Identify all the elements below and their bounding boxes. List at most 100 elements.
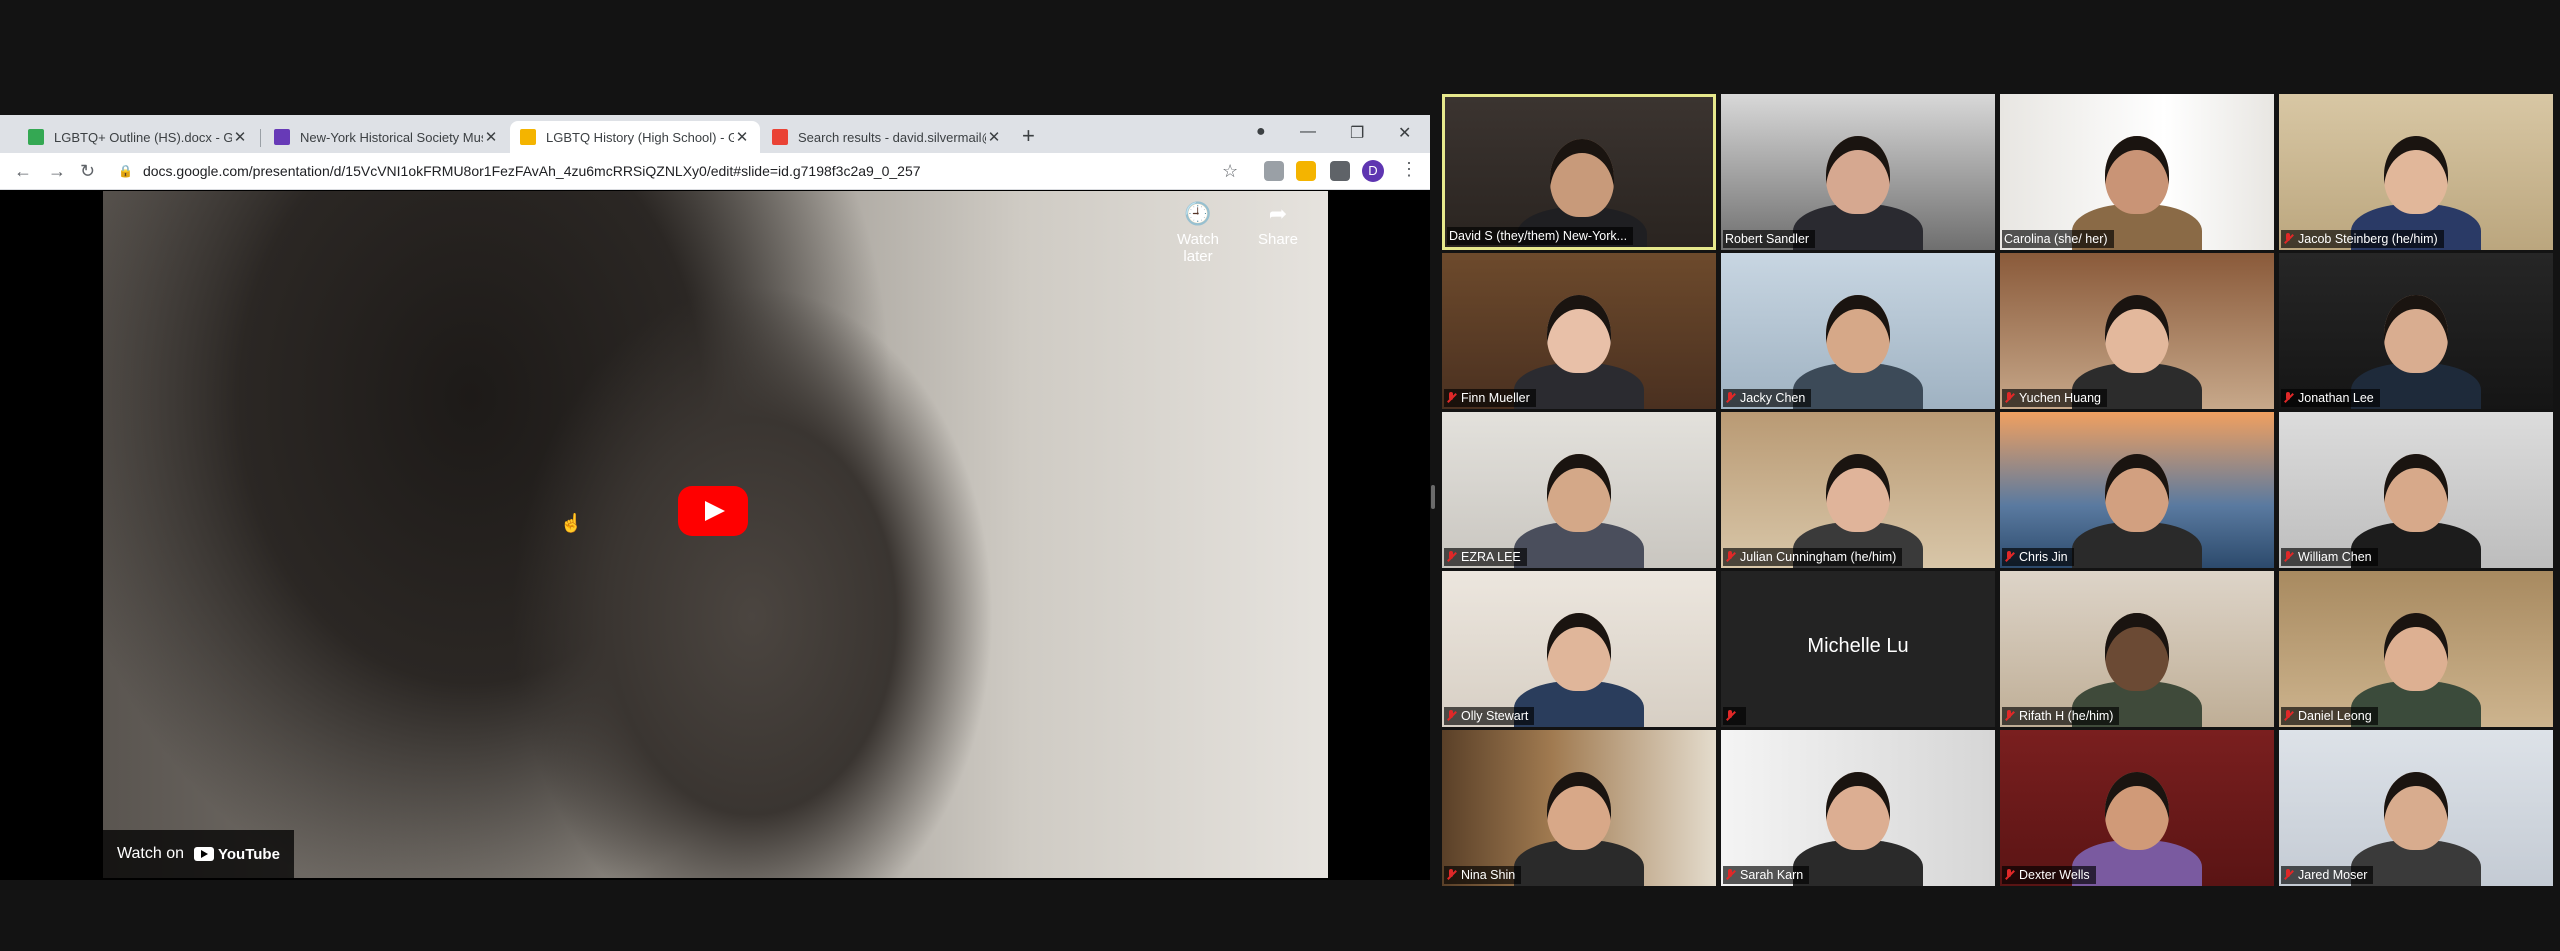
participant-tile[interactable]: EZRA LEE	[1442, 412, 1716, 568]
participant-name-tag: Nina Shin	[1444, 866, 1522, 884]
participant-tile[interactable]: Olly Stewart	[1442, 571, 1716, 727]
participant-display-name: Michelle Lu	[1807, 635, 1909, 657]
browser-tab-4[interactable]: Search results - david.silvermail@ ✕	[762, 121, 1012, 153]
participant-tile[interactable]: Jonathan Lee	[2279, 253, 2553, 409]
muted-mic-icon	[1446, 551, 1456, 563]
participant-face	[1550, 139, 1614, 217]
participant-face	[1547, 613, 1611, 691]
participant-tile[interactable]: Daniel Leong	[2279, 571, 2553, 727]
back-icon[interactable]: ←	[14, 159, 32, 183]
participant-face	[1826, 136, 1890, 214]
tab-search-icon[interactable]: ●	[1256, 123, 1266, 141]
participant-name-tag: Dexter Wells	[2002, 866, 2096, 884]
participant-tile[interactable]: Finn Mueller	[1442, 253, 1716, 409]
close-tab-icon[interactable]: ✕	[483, 128, 499, 146]
participant-tile[interactable]: Julian Cunningham (he/him)	[1721, 412, 1995, 568]
youtube-logo: YouTube	[194, 846, 280, 863]
maximize-button[interactable]: ❐	[1350, 123, 1364, 143]
participant-face	[2384, 454, 2448, 532]
participant-tile[interactable]: Carolina (she/ her)	[2000, 94, 2274, 250]
participant-name: Dexter Wells	[2019, 868, 2090, 882]
participant-name: David S (they/them) New-York...	[1449, 229, 1628, 243]
participant-name: Rifath H (he/him)	[2019, 709, 2114, 723]
participant-face	[2105, 454, 2169, 532]
participant-name: Olly Stewart	[1461, 709, 1529, 723]
participant-name: Jacky Chen	[1740, 391, 1806, 405]
participant-tile[interactable]: Yuchen Huang	[2000, 253, 2274, 409]
bookmark-star-icon[interactable]: ☆	[1222, 159, 1238, 183]
muted-mic-icon	[2283, 869, 2293, 881]
youtube-play-button[interactable]	[678, 486, 748, 536]
participant-name: William Chen	[2298, 550, 2372, 564]
browser-tab-2[interactable]: New-York Historical Society Mus ✕	[264, 121, 509, 153]
watch-later-button[interactable]: 🕘 Watch later	[1168, 201, 1228, 265]
extension-icon[interactable]	[1296, 161, 1316, 181]
participant-name-tag	[1723, 707, 1746, 725]
participant-tile[interactable]: William Chen	[2279, 412, 2553, 568]
chrome-menu-icon[interactable]: ⋮	[1400, 159, 1418, 180]
muted-mic-icon	[1725, 551, 1735, 563]
participant-tile[interactable]: Michelle Lu	[1721, 571, 1995, 727]
drive-icon	[28, 129, 44, 145]
new-tab-button[interactable]: +	[1022, 125, 1035, 147]
extension-icon[interactable]	[1264, 161, 1284, 181]
close-tab-icon[interactable]: ✕	[232, 128, 248, 146]
participant-name-tag: Carolina (she/ her)	[2002, 230, 2114, 248]
participant-name: Jacob Steinberg (he/him)	[2298, 232, 2438, 246]
participant-name-tag: Robert Sandler	[1723, 230, 1816, 248]
youtube-embed[interactable]: 🕘 Watch later ➦ Share Watch on YouTube	[103, 191, 1328, 878]
participant-name-tag: Chris Jin	[2002, 548, 2074, 566]
participant-name: Finn Mueller	[1461, 391, 1530, 405]
participant-name: Robert Sandler	[1725, 232, 1810, 246]
share-button[interactable]: ➦ Share	[1248, 201, 1308, 248]
participant-tile[interactable]: Robert Sandler	[1721, 94, 1995, 250]
participant-tile[interactable]: Rifath H (he/him)	[2000, 571, 2274, 727]
forward-icon[interactable]: →	[48, 159, 66, 183]
address-bar: ← → ↻ 🔒 docs.google.com/presentation/d/1…	[0, 153, 1430, 190]
close-tab-icon[interactable]: ✕	[734, 128, 750, 146]
participant-face	[1826, 454, 1890, 532]
participant-tile[interactable]: Jared Moser	[2279, 730, 2553, 886]
extensions-puzzle-icon[interactable]	[1330, 161, 1350, 181]
participant-tile[interactable]: Jacky Chen	[1721, 253, 1995, 409]
participant-tile[interactable]: Dexter Wells	[2000, 730, 2274, 886]
participant-gallery: David S (they/them) New-York... Robert Sa…	[1442, 94, 2556, 888]
clock-icon: 🕘	[1184, 201, 1212, 226]
participant-name: Sarah Karn	[1740, 868, 1804, 882]
participant-name-tag: Daniel Leong	[2281, 707, 2378, 725]
muted-mic-icon	[2283, 551, 2293, 563]
participant-name: Carolina (she/ her)	[2004, 232, 2108, 246]
participant-name: Chris Jin	[2019, 550, 2068, 564]
close-tab-icon[interactable]: ✕	[986, 128, 1002, 146]
participant-tile[interactable]: Jacob Steinberg (he/him)	[2279, 94, 2553, 250]
split-view-handle[interactable]	[1431, 485, 1435, 509]
participant-tile[interactable]: Sarah Karn	[1721, 730, 1995, 886]
minimize-button[interactable]: —	[1300, 123, 1316, 141]
participant-tile[interactable]: David S (they/them) New-York...	[1442, 94, 1716, 250]
browser-tab-1[interactable]: LGBTQ+ Outline (HS).docx - Goo ✕	[18, 121, 258, 153]
participant-face	[2105, 772, 2169, 850]
muted-mic-icon	[1725, 392, 1735, 404]
browser-tab-3-active[interactable]: LGBTQ History (High School) - G ✕	[510, 121, 760, 153]
participant-tile[interactable]: Nina Shin	[1442, 730, 1716, 886]
participant-name: EZRA LEE	[1461, 550, 1521, 564]
participant-face	[1547, 295, 1611, 373]
watch-on-youtube-button[interactable]: Watch on YouTube	[103, 830, 294, 878]
profile-avatar[interactable]: D	[1362, 160, 1384, 182]
muted-mic-icon	[2283, 233, 2293, 245]
gmail-icon	[772, 129, 788, 145]
muted-mic-icon	[1725, 710, 1735, 722]
close-window-button[interactable]: ✕	[1398, 123, 1411, 143]
muted-mic-icon	[1725, 869, 1735, 881]
reload-icon[interactable]: ↻	[80, 159, 95, 183]
participant-face	[2105, 613, 2169, 691]
muted-mic-icon	[1446, 869, 1456, 881]
participant-name-tag: Yuchen Huang	[2002, 389, 2108, 407]
participant-face	[1826, 295, 1890, 373]
participant-tile[interactable]: Chris Jin	[2000, 412, 2274, 568]
participant-name-tag: William Chen	[2281, 548, 2378, 566]
participant-face	[1547, 454, 1611, 532]
participant-name-tag: Jared Moser	[2281, 866, 2374, 884]
url-field[interactable]: 🔒 docs.google.com/presentation/d/15VcVNI…	[118, 158, 1268, 184]
url-text: docs.google.com/presentation/d/15VcVNI1o…	[142, 163, 921, 179]
